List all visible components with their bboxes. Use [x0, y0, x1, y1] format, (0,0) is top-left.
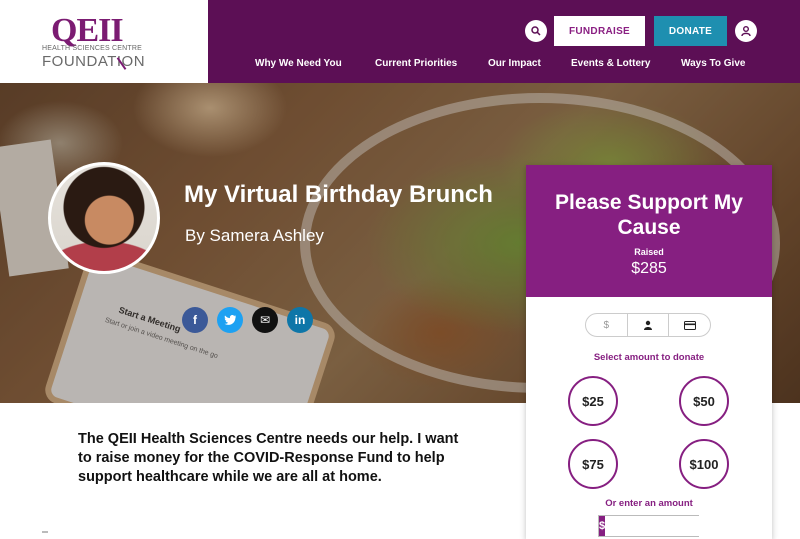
nav-our-impact[interactable]: Our Impact — [488, 58, 541, 69]
search-icon[interactable] — [525, 20, 547, 42]
author-name: By Samera Ashley — [185, 226, 324, 245]
amount-option-50[interactable]: $50 — [679, 376, 729, 426]
raised-amount: $285 — [631, 260, 667, 277]
donate-button[interactable]: DONATE — [654, 16, 727, 46]
email-icon[interactable]: ✉ — [252, 307, 278, 333]
divider — [42, 531, 48, 533]
donation-panel-title: Please Support My Cause — [555, 191, 743, 239]
donation-steps: $ — [585, 313, 711, 337]
avatar — [48, 162, 160, 274]
custom-amount-input[interactable] — [605, 516, 752, 536]
logo[interactable]: QEII HEALTH SCIENCES CENTRE FOUNDATION — [0, 0, 208, 83]
page: QEII HEALTH SCIENCES CENTRE FOUNDATION F… — [0, 0, 800, 539]
user-icon[interactable] — [735, 20, 757, 42]
custom-amount-field[interactable]: $ — [598, 515, 752, 537]
credit-card-icon[interactable] — [669, 314, 710, 336]
amount-option-100[interactable]: $100 — [679, 439, 729, 489]
top-navigation: FUNDRAISE DONATE Why We Need You Current… — [208, 0, 800, 83]
facebook-icon[interactable]: f — [182, 307, 208, 333]
fundraise-button[interactable]: FUNDRAISE — [554, 16, 645, 46]
twitter-icon[interactable] — [217, 307, 243, 333]
page-title: My Virtual Birthday Brunch — [184, 181, 493, 208]
logo-subtitle: HEALTH SCIENCES CENTRE — [42, 45, 142, 52]
donation-panel-header: Please Support My Cause Raised $285 — [526, 165, 772, 297]
linkedin-icon[interactable]: in — [287, 307, 313, 333]
nav-why-we-need-you[interactable]: Why We Need You — [255, 58, 342, 69]
raised-label: Raised — [634, 247, 664, 257]
nav-events-lottery[interactable]: Events & Lottery — [571, 58, 650, 69]
nav-ways-to-give[interactable]: Ways To Give — [681, 58, 745, 69]
logo-foundation: FOUNDATION — [42, 53, 146, 70]
dollar-icon[interactable]: $ — [586, 314, 628, 336]
person-icon[interactable] — [628, 314, 670, 336]
nav-current-priorities[interactable]: Current Priorities — [375, 58, 457, 69]
campaign-story: The QEII Health Sciences Centre needs ou… — [78, 431, 459, 485]
enter-amount-label: Or enter an amount — [605, 498, 693, 509]
amount-option-75[interactable]: $75 — [568, 439, 618, 489]
amount-option-25[interactable]: $25 — [568, 376, 618, 426]
select-amount-label: Select amount to donate — [593, 352, 705, 363]
donation-panel: Please Support My Cause Raised $285 $ Se… — [526, 165, 772, 539]
